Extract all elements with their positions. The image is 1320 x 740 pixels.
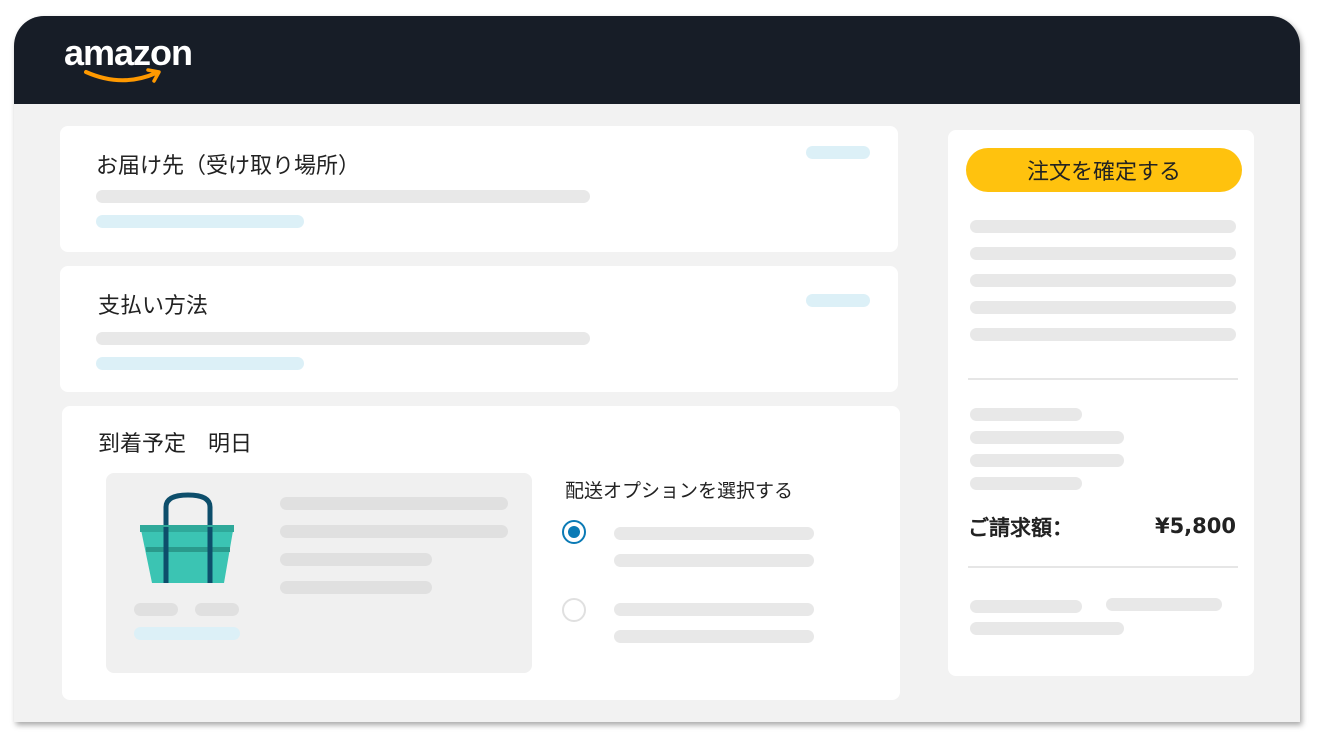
summary-footer-placeholder bbox=[970, 600, 1082, 613]
change-link-placeholder[interactable] bbox=[806, 146, 870, 159]
summary-line-placeholder bbox=[970, 408, 1082, 421]
change-link-placeholder[interactable] bbox=[806, 294, 870, 307]
summary-line-placeholder bbox=[970, 477, 1082, 490]
product-link-placeholder[interactable] bbox=[134, 627, 240, 640]
option-text-placeholder bbox=[614, 554, 814, 567]
shipping-address-card[interactable]: お届け先（受け取り場所） bbox=[60, 126, 898, 252]
top-navigation-bar: amazon bbox=[14, 16, 1300, 104]
order-summary-card: 注文を確定する ご請求額： ¥5,800 bbox=[948, 130, 1254, 676]
order-total-label: ご請求額： bbox=[968, 516, 1073, 540]
order-total-value: ¥5,800 bbox=[1154, 514, 1236, 538]
address-line-placeholder bbox=[96, 190, 590, 203]
product-detail-placeholder bbox=[280, 553, 432, 566]
summary-divider bbox=[968, 378, 1238, 380]
price-placeholder bbox=[195, 603, 239, 616]
payment-title: 支払い方法 bbox=[98, 294, 209, 319]
shipping-option-radio[interactable] bbox=[562, 598, 586, 622]
payment-link-placeholder[interactable] bbox=[96, 357, 304, 370]
address-link-placeholder[interactable] bbox=[96, 215, 304, 228]
smile-arrow-icon bbox=[84, 68, 161, 83]
amazon-logo[interactable]: amazon bbox=[64, 32, 214, 92]
delivery-title: 到着予定 明日 bbox=[98, 432, 253, 457]
place-order-button[interactable]: 注文を確定する bbox=[966, 148, 1242, 192]
shopping-bag-icon bbox=[140, 492, 234, 583]
summary-line-placeholder bbox=[970, 274, 1236, 287]
payment-method-card[interactable]: 支払い方法 bbox=[60, 266, 898, 392]
option-text-placeholder bbox=[614, 527, 814, 540]
shipping-option-radio-selected[interactable] bbox=[562, 520, 586, 544]
option-text-placeholder bbox=[614, 630, 814, 643]
product-item-panel bbox=[106, 473, 532, 673]
shipping-title: お届け先（受け取り場所） bbox=[96, 154, 361, 179]
summary-line-placeholder bbox=[970, 431, 1124, 444]
option-text-placeholder bbox=[614, 603, 814, 616]
quantity-placeholder bbox=[134, 603, 178, 616]
summary-divider bbox=[968, 566, 1238, 568]
shipping-options-title: 配送オプションを選択する bbox=[565, 480, 794, 502]
summary-line-placeholder bbox=[970, 454, 1124, 467]
product-detail-placeholder bbox=[280, 497, 508, 510]
app-window: amazon お届け先（受け取り場所） 支払い方法 到着予定 明日 配送オプショ… bbox=[14, 16, 1300, 722]
summary-line-placeholder bbox=[970, 301, 1236, 314]
summary-line-placeholder bbox=[970, 328, 1236, 341]
delivery-card: 到着予定 明日 配送オプションを選択する bbox=[62, 406, 900, 700]
product-detail-placeholder bbox=[280, 525, 508, 538]
summary-line-placeholder bbox=[970, 220, 1236, 233]
summary-footer-placeholder bbox=[1106, 598, 1222, 611]
summary-footer-placeholder bbox=[970, 622, 1124, 635]
product-detail-placeholder bbox=[280, 581, 432, 594]
summary-line-placeholder bbox=[970, 247, 1236, 260]
payment-line-placeholder bbox=[96, 332, 590, 345]
